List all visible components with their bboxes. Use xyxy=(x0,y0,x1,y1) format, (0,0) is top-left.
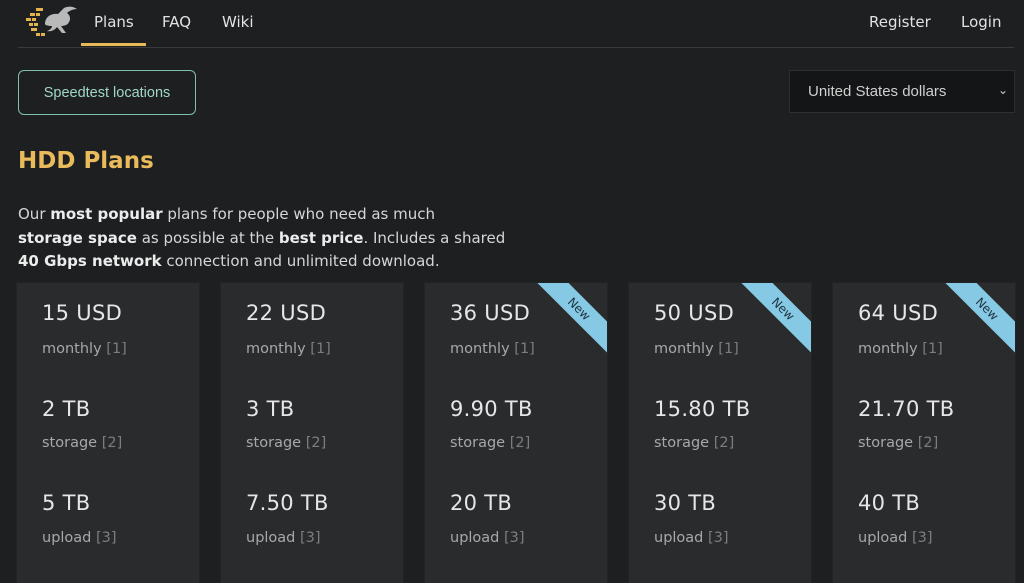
section-description: Our most popular plans for people who ne… xyxy=(18,205,506,270)
plan-price-label: monthly [1] xyxy=(654,341,739,357)
plan-price: 15 USD xyxy=(42,301,123,325)
plan-upload: 30 TB xyxy=(654,491,717,515)
nav-faq[interactable]: FAQ xyxy=(162,13,191,31)
section-title: HDD Plans xyxy=(18,148,154,174)
footnote-ref[interactable]: [1] xyxy=(514,341,535,357)
plan-storage-label: storage [2] xyxy=(246,435,327,451)
plan-price: 36 USD xyxy=(450,301,531,325)
plan-storage: 21.70 TB xyxy=(858,397,955,421)
plan-price: 22 USD xyxy=(246,301,327,325)
footnote-ref[interactable]: [1] xyxy=(310,341,331,357)
plan-storage-label: storage [2] xyxy=(654,435,735,451)
plan-card[interactable]: 64 USD monthly [1] 21.70 TB storage [2] 40 T… xyxy=(833,283,1015,583)
nav-plans[interactable]: Plans xyxy=(81,13,146,46)
plan-storage-label: storage [2] xyxy=(42,435,123,451)
plan-price-label: monthly [1] xyxy=(858,341,943,357)
footnote-ref[interactable]: [2] xyxy=(714,435,735,451)
plan-upload: 40 TB xyxy=(858,491,921,515)
footnote-ref[interactable]: [3] xyxy=(300,530,321,546)
plan-storage: 3 TB xyxy=(246,397,295,421)
top-nav: Plans FAQ Wiki Register Login xyxy=(18,0,1014,48)
footnote-ref[interactable]: [3] xyxy=(912,530,933,546)
plan-price: 50 USD xyxy=(654,301,735,325)
footnote-ref[interactable]: [2] xyxy=(918,435,939,451)
footnote-ref[interactable]: [2] xyxy=(510,435,531,451)
plan-price-label: monthly [1] xyxy=(246,341,331,357)
footnote-ref[interactable]: [2] xyxy=(306,435,327,451)
footnote-ref[interactable]: [3] xyxy=(504,530,525,546)
currency-select[interactable]: United States dollars ⌄ xyxy=(789,70,1015,113)
plan-storage: 9.90 TB xyxy=(450,397,533,421)
footnote-ref[interactable]: [1] xyxy=(718,341,739,357)
speedtest-locations-button[interactable]: Speedtest locations xyxy=(18,70,196,115)
plan-upload-label: upload [3] xyxy=(450,530,525,546)
plan-upload: 20 TB xyxy=(450,491,513,515)
footnote-ref[interactable]: [1] xyxy=(106,341,127,357)
footnote-ref[interactable]: [1] xyxy=(922,341,943,357)
footnote-ref[interactable]: [3] xyxy=(708,530,729,546)
plan-storage: 15.80 TB xyxy=(654,397,751,421)
currency-selected-value: United States dollars xyxy=(808,83,947,100)
plan-price-label: monthly [1] xyxy=(42,341,127,357)
new-ribbon-badge: New xyxy=(936,283,1015,360)
new-ribbon-badge: New xyxy=(732,283,811,360)
plan-card[interactable]: 50 USD monthly [1] 15.80 TB storage [2] 30 T… xyxy=(629,283,811,583)
plan-card[interactable]: 36 USD monthly [1] 9.90 TB storage [2] 20 TB… xyxy=(425,283,607,583)
plan-price-label: monthly [1] xyxy=(450,341,535,357)
plan-card[interactable]: 22 USD monthly [1] 3 TB storage [2] 7.50 TB u… xyxy=(221,283,403,583)
login-link[interactable]: Login xyxy=(961,13,1001,31)
plan-upload-label: upload [3] xyxy=(654,530,729,546)
plan-price: 64 USD xyxy=(858,301,939,325)
plan-upload-label: upload [3] xyxy=(858,530,933,546)
register-link[interactable]: Register xyxy=(869,13,931,31)
footnote-ref[interactable]: [3] xyxy=(96,530,117,546)
new-ribbon-badge: New xyxy=(528,283,607,360)
nav-wiki[interactable]: Wiki xyxy=(222,13,254,31)
plan-upload-label: upload [3] xyxy=(246,530,321,546)
plan-card[interactable]: 15 USD monthly [1] 2 TB storage [2] 5 TB uplo… xyxy=(17,283,199,583)
plan-upload: 5 TB xyxy=(42,491,91,515)
footnote-ref[interactable]: [2] xyxy=(102,435,123,451)
plan-storage-label: storage [2] xyxy=(858,435,939,451)
chevron-down-icon: ⌄ xyxy=(997,83,1008,97)
plan-storage: 2 TB xyxy=(42,397,91,421)
rabbit-logo-icon[interactable] xyxy=(21,4,81,42)
plan-upload: 7.50 TB xyxy=(246,491,329,515)
plan-storage-label: storage [2] xyxy=(450,435,531,451)
plan-upload-label: upload [3] xyxy=(42,530,117,546)
